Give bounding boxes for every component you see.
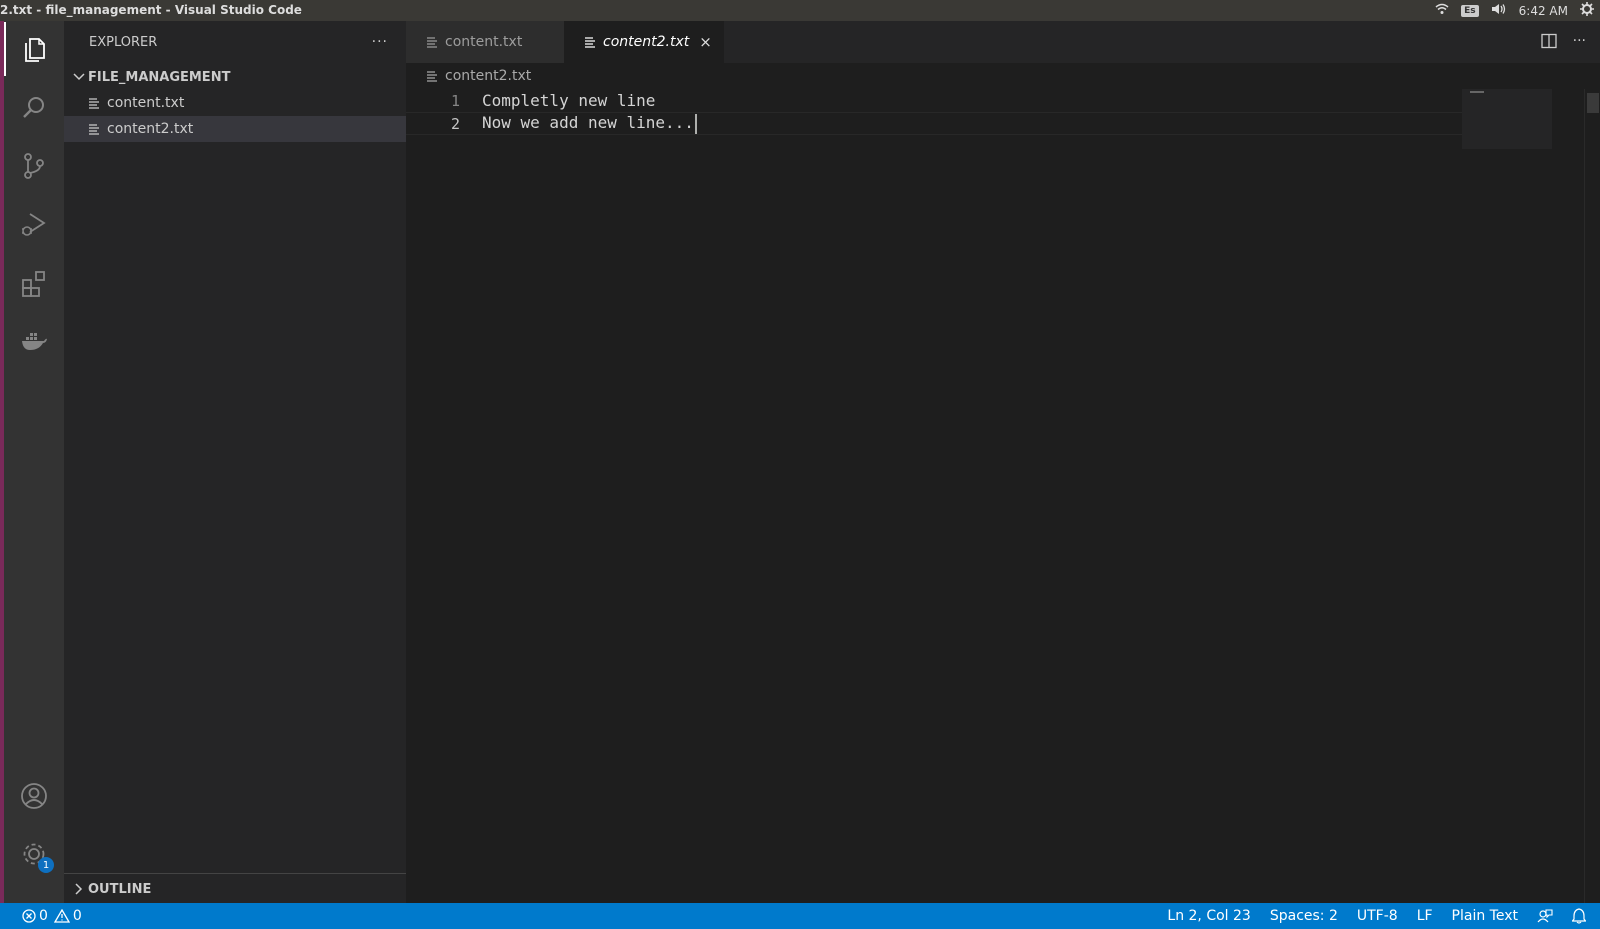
feedback-icon[interactable] [1537, 908, 1553, 924]
settings-update-badge: 1 [38, 857, 54, 873]
explorer-title: EXPLORER [89, 34, 158, 50]
close-icon[interactable]: × [699, 33, 712, 51]
window-title: 2.txt - file_management - Visual Studio … [0, 3, 302, 17]
tab-content-txt[interactable]: content.txt [406, 21, 564, 63]
warning-icon [53, 909, 70, 923]
activity-search[interactable] [4, 81, 64, 135]
minimap-content [1470, 91, 1484, 93]
encoding[interactable]: UTF-8 [1357, 908, 1398, 924]
file-lines-icon [426, 36, 438, 48]
editor-actions: ··· [1540, 33, 1586, 53]
explorer-more-actions[interactable]: ··· [372, 34, 388, 50]
wifi-icon[interactable] [1435, 3, 1449, 18]
system-top-bar: 2.txt - file_management - Visual Studio … [0, 0, 1600, 21]
scrollbar-slider[interactable] [1587, 93, 1599, 113]
code-line[interactable]: 1 Completly new line [406, 89, 1466, 112]
tab-bar: content.txt content2.txt × ··· [406, 21, 1600, 63]
extensions-icon [22, 271, 45, 297]
problems-indicator[interactable]: 0 0 [22, 908, 82, 924]
chevron-right-icon [70, 883, 88, 895]
explorer-sidebar: EXPLORER ··· FILE_MANAGEMENT content.txt… [64, 21, 406, 903]
breadcrumb-file: content2.txt [445, 68, 532, 84]
file-lines-icon [426, 70, 438, 82]
status-bar: 0 0 Ln 2, Col 23 Spaces: 2 UTF-8 LF Plai… [0, 903, 1600, 929]
editor-area: content.txt content2.txt × ··· content2.… [406, 21, 1600, 903]
chevron-down-icon [70, 73, 88, 81]
cursor-position[interactable]: Ln 2, Col 23 [1167, 908, 1250, 924]
vertical-scrollbar[interactable] [1584, 89, 1600, 903]
search-icon [23, 97, 44, 118]
end-of-line[interactable]: LF [1417, 908, 1433, 924]
tab-label: content2.txt [603, 34, 690, 50]
run-debug-icon [22, 213, 46, 236]
file-item-content[interactable]: content.txt [64, 90, 406, 116]
file-lines-icon [584, 36, 596, 48]
split-editor-icon[interactable] [1540, 33, 1557, 53]
system-settings-icon[interactable] [1580, 2, 1594, 19]
docker-icon [22, 333, 47, 350]
indentation[interactable]: Spaces: 2 [1270, 908, 1338, 924]
activity-bar: 1 [4, 21, 64, 903]
explorer-header: EXPLORER ··· [64, 21, 406, 63]
tab-content2-txt[interactable]: content2.txt × [564, 21, 724, 63]
line-text: Now we add new line... [482, 113, 694, 133]
error-icon [22, 909, 36, 923]
folder-section[interactable]: FILE_MANAGEMENT [64, 65, 406, 89]
activity-explorer[interactable] [4, 22, 64, 76]
text-cursor [694, 113, 697, 134]
clock[interactable]: 6:42 AM [1519, 4, 1568, 18]
activity-accounts[interactable] [4, 769, 64, 823]
activity-manage[interactable]: 1 [4, 827, 64, 881]
notifications-bell-icon[interactable] [1572, 908, 1586, 924]
file-lines-icon [88, 97, 100, 109]
line-number: 1 [450, 91, 460, 110]
minimap[interactable] [1462, 89, 1552, 149]
activity-docker[interactable] [4, 314, 64, 368]
file-item-label: content2.txt [107, 121, 194, 137]
code-line-current[interactable]: 2 Now we add new line... [406, 112, 1466, 135]
file-item-label: content.txt [107, 95, 185, 111]
file-item-content2[interactable]: content2.txt [64, 116, 406, 142]
outline-header[interactable]: OUTLINE [64, 877, 406, 901]
activity-source-control[interactable] [4, 139, 64, 193]
account-icon [21, 783, 47, 809]
file-lines-icon [88, 123, 100, 135]
activity-run-debug[interactable] [4, 197, 64, 251]
source-control-icon [24, 153, 44, 179]
line-text-current[interactable]: Now we add new line... [482, 113, 697, 134]
keyboard-layout-indicator[interactable]: Es [1461, 4, 1479, 17]
line-number: 2 [450, 114, 460, 133]
breadcrumb[interactable]: content2.txt [426, 65, 531, 87]
editor-more-actions[interactable]: ··· [1573, 33, 1586, 53]
activity-extensions[interactable] [4, 256, 64, 310]
language-mode[interactable]: Plain Text [1452, 908, 1518, 924]
outline-label: OUTLINE [88, 881, 152, 897]
volume-icon[interactable] [1491, 3, 1507, 18]
files-icon [25, 38, 45, 62]
error-count: 0 [39, 908, 48, 924]
code-editor[interactable]: 1 Completly new line 2 Now we add new li… [406, 89, 1466, 135]
warning-count: 0 [72, 908, 82, 924]
folder-name: FILE_MANAGEMENT [88, 69, 231, 85]
outline-section: OUTLINE [64, 873, 406, 903]
tab-label: content.txt [445, 34, 523, 50]
line-text[interactable]: Completly new line [482, 91, 655, 110]
